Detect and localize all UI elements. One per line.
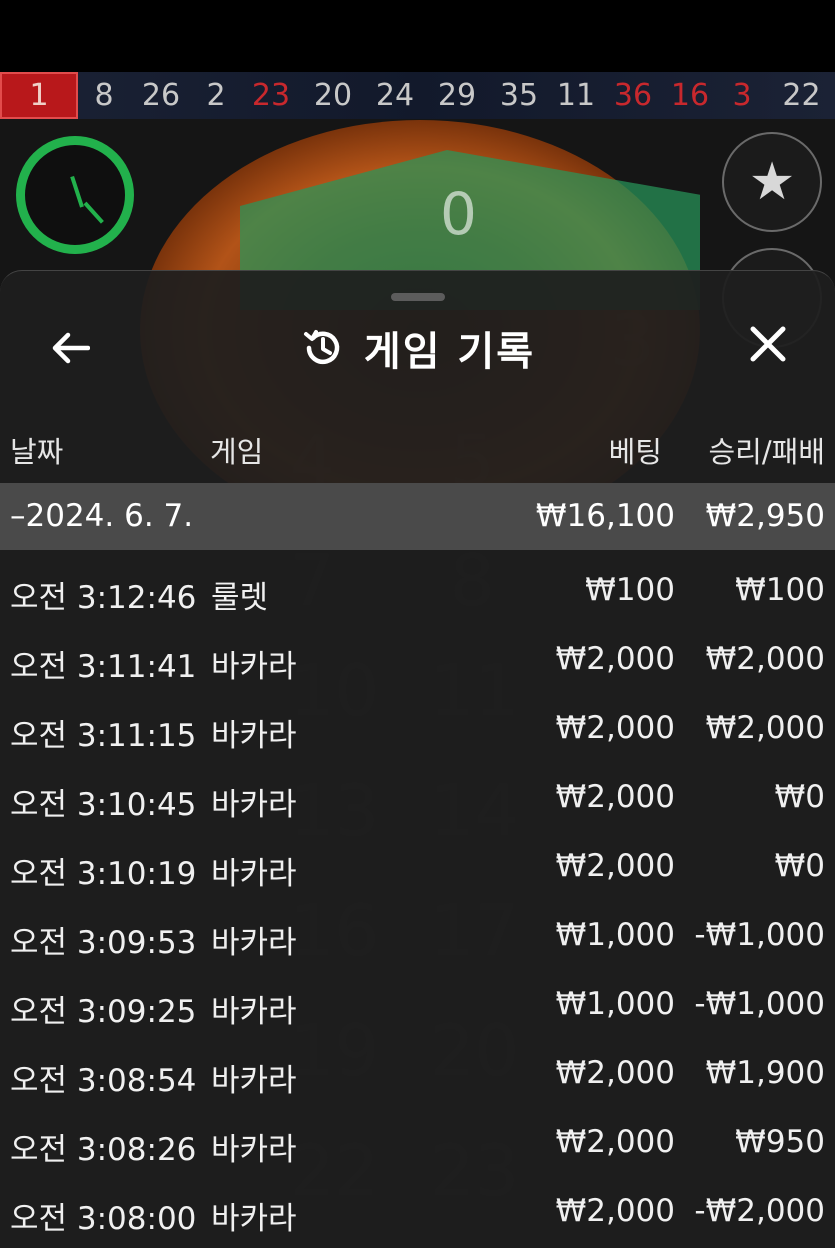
recent-numbers-strip: 1 8 26 2 23 20 24 29 35 11 36 16 3 22 bbox=[0, 72, 835, 119]
day-total-bet: ₩16,100 bbox=[535, 498, 675, 534]
row-game: 바카라 bbox=[211, 1063, 297, 1099]
row-time: 오전 3:11:41 bbox=[10, 649, 197, 685]
row-winloss: -₩2,000 bbox=[694, 1193, 825, 1229]
history-icon bbox=[300, 325, 346, 371]
row-bet: ₩2,000 bbox=[555, 779, 675, 815]
day-date: –2024. 6. 7. bbox=[10, 498, 194, 534]
row-game: 바카라 bbox=[211, 649, 297, 685]
history-row[interactable]: 오전 3:08:54 바카라 ₩2,000 ₩1,900 bbox=[0, 1041, 835, 1110]
row-winloss: ₩1,900 bbox=[705, 1055, 825, 1091]
row-time: 오전 3:08:26 bbox=[10, 1132, 197, 1168]
row-winloss: -₩1,000 bbox=[694, 917, 825, 953]
row-time: 오전 3:09:25 bbox=[10, 994, 197, 1030]
recent-number: 29 bbox=[437, 78, 477, 113]
row-time: 오전 3:10:19 bbox=[10, 856, 197, 892]
recent-number: 11 bbox=[556, 78, 596, 113]
history-row[interactable]: 오전 3:09:25 바카라 ₩1,000 -₩1,000 bbox=[0, 972, 835, 1041]
recent-number: 23 bbox=[251, 78, 291, 113]
history-row[interactable]: 오전 3:08:00 바카라 ₩2,000 -₩2,000 bbox=[0, 1179, 835, 1248]
row-game: 바카라 bbox=[211, 1132, 297, 1168]
back-button[interactable] bbox=[42, 321, 98, 377]
close-button[interactable] bbox=[740, 319, 796, 375]
panel-title: 게임 기록 bbox=[363, 329, 536, 375]
clock-icon bbox=[16, 136, 134, 254]
app-root: { "recent_numbers": [ {"n": "1", "color"… bbox=[0, 0, 835, 1248]
history-row[interactable]: 오전 3:09:53 바카라 ₩1,000 -₩1,000 bbox=[0, 903, 835, 972]
recent-number-latest: 1 bbox=[0, 72, 78, 119]
arrow-left-icon bbox=[50, 324, 91, 375]
recent-number: 35 bbox=[499, 78, 539, 113]
day-summary-row[interactable]: –2024. 6. 7. ₩16,100 ₩2,950 bbox=[0, 483, 835, 550]
column-headers: 날짜 게임 베팅 승리/패배 bbox=[0, 421, 835, 471]
drag-handle[interactable] bbox=[391, 293, 445, 301]
history-row[interactable]: 오전 3:11:15 바카라 ₩2,000 ₩2,000 bbox=[0, 696, 835, 765]
history-list: 오전 3:12:46 룰렛 ₩100 ₩100 오전 3:11:41 바카라 ₩2,000 ₩… bbox=[0, 558, 835, 1248]
history-row[interactable]: 오전 3:10:45 바카라 ₩2,000 ₩0 bbox=[0, 765, 835, 834]
row-game: 바카라 bbox=[211, 856, 297, 892]
recent-number: 8 bbox=[94, 78, 114, 113]
row-winloss: -₩1,000 bbox=[694, 986, 825, 1022]
row-game: 바카라 bbox=[211, 787, 297, 823]
row-bet: ₩1,000 bbox=[555, 917, 675, 953]
star-icon: ★ bbox=[748, 152, 796, 212]
row-bet: ₩2,000 bbox=[555, 1124, 675, 1160]
row-game: 바카라 bbox=[211, 925, 297, 961]
row-winloss: ₩950 bbox=[735, 1124, 825, 1160]
row-time: 오전 3:09:53 bbox=[10, 925, 197, 961]
row-time: 오전 3:08:00 bbox=[10, 1201, 197, 1237]
close-icon bbox=[749, 320, 787, 374]
row-time: 오전 3:08:54 bbox=[10, 1063, 197, 1099]
row-winloss: ₩100 bbox=[735, 572, 825, 608]
history-row[interactable]: 오전 3:12:46 룰렛 ₩100 ₩100 bbox=[0, 558, 835, 627]
row-game: 바카라 bbox=[211, 718, 297, 754]
recent-number: 22 bbox=[782, 78, 821, 113]
recent-number: 16 bbox=[670, 78, 710, 113]
row-bet: ₩1,000 bbox=[555, 986, 675, 1022]
day-total-winloss: ₩2,950 bbox=[705, 498, 825, 534]
recent-number: 26 bbox=[141, 78, 181, 113]
panel-header: 게임 기록 bbox=[0, 311, 835, 385]
column-header-winloss[interactable]: 승리/패배 bbox=[709, 429, 826, 471]
row-winloss: ₩2,000 bbox=[705, 710, 825, 746]
status-bar bbox=[0, 0, 835, 72]
wheel-result: 0 bbox=[440, 180, 477, 248]
recent-number: 3 bbox=[732, 78, 752, 113]
history-row[interactable]: 오전 3:11:41 바카라 ₩2,000 ₩2,000 bbox=[0, 627, 835, 696]
row-bet: ₩2,000 bbox=[555, 641, 675, 677]
row-game: 룰렛 bbox=[211, 580, 269, 616]
row-bet: ₩2,000 bbox=[555, 1055, 675, 1091]
history-row[interactable]: 오전 3:08:26 바카라 ₩2,000 ₩950 bbox=[0, 1110, 835, 1179]
recent-number: 20 bbox=[313, 78, 353, 113]
column-header-game[interactable]: 게임 bbox=[210, 429, 263, 471]
row-game: 바카라 bbox=[211, 994, 297, 1030]
row-time: 오전 3:10:45 bbox=[10, 787, 197, 823]
recent-number: 36 bbox=[613, 78, 653, 113]
column-header-date[interactable]: 날짜 bbox=[10, 429, 63, 471]
recent-number: 24 bbox=[375, 78, 415, 113]
row-winloss: ₩0 bbox=[774, 779, 825, 815]
row-game: 바카라 bbox=[211, 1201, 297, 1237]
row-bet: ₩100 bbox=[585, 572, 675, 608]
row-time: 오전 3:11:15 bbox=[10, 718, 197, 754]
row-time: 오전 3:12:46 bbox=[10, 580, 197, 616]
row-winloss: ₩2,000 bbox=[705, 641, 825, 677]
favorite-button[interactable]: ★ bbox=[722, 132, 822, 232]
row-bet: ₩2,000 bbox=[555, 710, 675, 746]
recent-number: 2 bbox=[206, 78, 226, 113]
history-row[interactable]: 오전 3:10:19 바카라 ₩2,000 ₩0 bbox=[0, 834, 835, 903]
column-header-bet[interactable]: 베팅 bbox=[609, 429, 662, 471]
row-bet: ₩2,000 bbox=[555, 848, 675, 884]
row-winloss: ₩0 bbox=[774, 848, 825, 884]
row-bet: ₩2,000 bbox=[555, 1193, 675, 1229]
game-history-panel: 게임 기록 날짜 게임 베팅 승리/패배 –2024. 6. 7. ₩16,10… bbox=[0, 270, 835, 1248]
